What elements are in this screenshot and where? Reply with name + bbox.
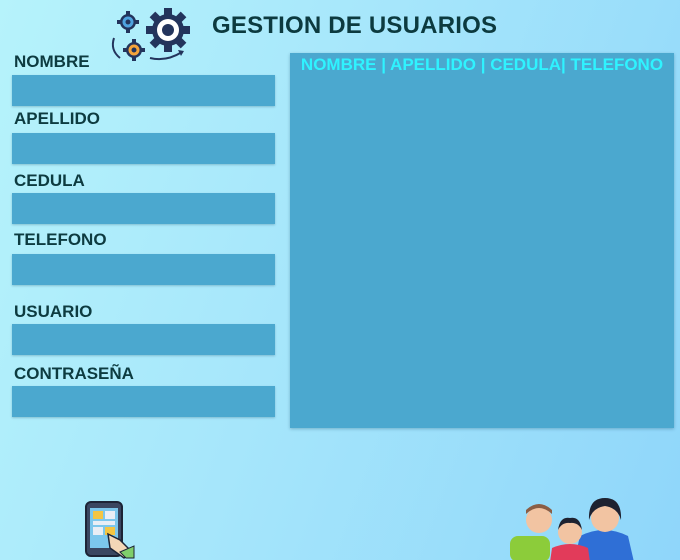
- usuario-label: USUARIO: [14, 302, 93, 321]
- nombre-label: NOMBRE: [14, 52, 90, 71]
- mobile-phone-icon: [85, 501, 135, 559]
- contrasena-label: CONTRASEÑA: [14, 364, 134, 383]
- users-list-header: NOMBRE | APELLIDO | CEDULA| TELEFONO: [300, 55, 664, 74]
- telefono-input[interactable]: [12, 254, 275, 285]
- cedula-input[interactable]: [12, 193, 275, 224]
- gears-icon: [111, 8, 190, 61]
- users-list-panel[interactable]: NOMBRE | APELLIDO | CEDULA| TELEFONO: [290, 53, 674, 428]
- apellido-input[interactable]: [12, 133, 275, 164]
- apellido-label: APELLIDO: [14, 109, 100, 128]
- usuario-input[interactable]: [12, 324, 275, 355]
- telefono-label: TELEFONO: [14, 230, 107, 249]
- nombre-input[interactable]: [12, 75, 275, 106]
- contrasena-input[interactable]: [12, 386, 275, 417]
- cedula-label: CEDULA: [14, 171, 85, 190]
- users-group-icon: [510, 498, 634, 560]
- page-title: GESTION DE USUARIOS: [212, 12, 498, 39]
